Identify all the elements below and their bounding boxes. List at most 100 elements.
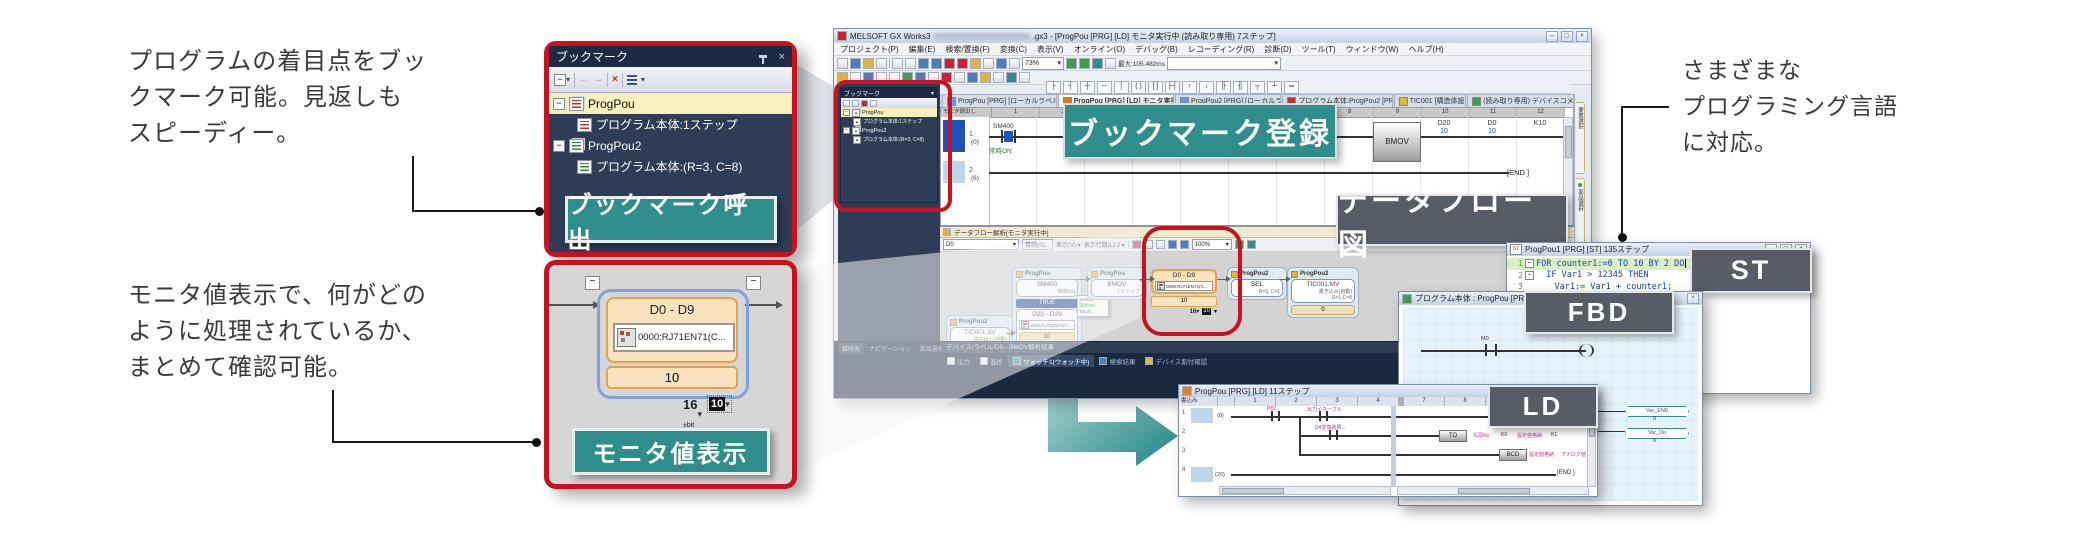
- ladder-symbol-button[interactable]: ↓: [1199, 81, 1214, 94]
- zoom-combo[interactable]: 73%▾: [1022, 57, 1064, 70]
- toolbar-icon[interactable]: [918, 58, 929, 69]
- output-tab[interactable]: デバイス割付確認: [1140, 355, 1212, 367]
- menu-view[interactable]: 表示(V): [1037, 44, 1064, 55]
- dataflow-group[interactable]: ProgPou2 SELR=3, C=1: [1227, 267, 1287, 300]
- delete-icon[interactable]: [861, 100, 868, 107]
- row-count-button[interactable]: 表示行数(L) 2 ▾: [1084, 240, 1125, 249]
- monitor-node[interactable]: D0 - D9 0000:RJ71EN71(C...: [606, 297, 738, 363]
- dataflow-search-combo[interactable]: D0▾: [943, 239, 1019, 250]
- menu-window[interactable]: ウィンドウ(W): [1346, 44, 1399, 55]
- collapse-icon[interactable]: −: [553, 98, 565, 110]
- ladder-symbol-button[interactable]: ├┤: [1165, 81, 1180, 94]
- module-field[interactable]: 0000:RJ71EN71(C...: [613, 323, 735, 352]
- toolbar-icon[interactable]: [983, 58, 994, 69]
- dataflow-group[interactable]: ProgPou2 TIC001.MV書き込み(自動)R=1,C=8 0: [1287, 267, 1359, 318]
- pin-icon[interactable]: [759, 55, 767, 58]
- toolbar-icon[interactable]: [1009, 58, 1020, 69]
- contact-icon[interactable]: [1014, 130, 1016, 143]
- bookmark-panel-titlebar[interactable]: ブックマーク ×: [549, 46, 792, 67]
- pan-hand-icon[interactable]: [1156, 240, 1165, 249]
- ladder-symbol-button[interactable]: ( ): [1131, 81, 1146, 94]
- tree-item-bookmark[interactable]: プログラム本体:1ステップ: [549, 114, 792, 135]
- dock-tab[interactable]: ナビゲーション: [865, 343, 915, 354]
- delete-bookmark-icon[interactable]: ×: [612, 74, 618, 85]
- window-titlebar[interactable]: MELSOFT GX Works3 .gx3 - [ProgPou [PRG] …: [834, 29, 1591, 43]
- menu-search[interactable]: 検索/置換(F): [945, 44, 989, 55]
- mini-panel-titlebar[interactable]: ブックマーク ▾: [841, 88, 937, 98]
- menu-tool[interactable]: ツール(T): [1301, 44, 1335, 55]
- dataflow-zoom-combo[interactable]: 100%▾: [1192, 239, 1232, 250]
- doc-tab[interactable]: TIC001 [構造体設定]: [1394, 94, 1467, 107]
- toolbar-icon[interactable]: [905, 58, 916, 69]
- radix-16-selector[interactable]: 16 ±bit ▾: [683, 396, 702, 432]
- dataflow-group[interactable]: ProgPou BMOV1ステップ: [1087, 267, 1147, 300]
- toolbar-icon[interactable]: [870, 100, 877, 107]
- bmov-instruction[interactable]: BMOV: [1373, 122, 1421, 162]
- close-icon[interactable]: ×: [779, 51, 785, 63]
- fbd-variable[interactable]: Var_EN0: [1625, 406, 1689, 417]
- ladder-cell[interactable]: [943, 161, 965, 183]
- ladder-symbol-button[interactable]: │: [1114, 81, 1129, 94]
- menu-diagnostics[interactable]: 診断(D): [1264, 44, 1291, 55]
- mini-tree-item[interactable]: −ProgPou: [841, 108, 937, 117]
- to-instruction[interactable]: TO: [1439, 430, 1467, 442]
- menu-edit[interactable]: 編集(E): [909, 44, 936, 55]
- sort-dropdown-icon[interactable]: ▾: [641, 75, 645, 84]
- menu-help[interactable]: ヘルプ(H): [1409, 44, 1444, 55]
- ladder-symbol-button[interactable]: ═: [1284, 81, 1299, 94]
- toolbar-icon[interactable]: [1235, 240, 1244, 249]
- search-combo[interactable]: ▾: [1167, 57, 1281, 70]
- toolbar-icon[interactable]: [863, 58, 874, 69]
- mini-tree-item[interactable]: プログラム本体:(R=3, C=8): [841, 135, 937, 144]
- dataflow-node-d0d9[interactable]: D0 - D9 0000:RJ71EN71(C... 10 16▾ 10▾: [1151, 269, 1217, 315]
- toolbar-icon[interactable]: [852, 100, 859, 107]
- toolbar-icon[interactable]: [850, 58, 861, 69]
- bookmark-recall-button[interactable]: ブックマーク呼出: [565, 196, 777, 243]
- back-icon[interactable]: ←: [579, 74, 589, 85]
- radix-16-selector[interactable]: 16▾: [1190, 308, 1200, 315]
- ld-selected-cell[interactable]: [1191, 408, 1213, 423]
- delete-icon[interactable]: [1132, 240, 1141, 249]
- cursor-icon[interactable]: [1144, 240, 1153, 249]
- ladder-symbol-button[interactable]: ╢: [1233, 81, 1248, 94]
- tree-item-bookmark2[interactable]: プログラム本体:(R=3, C=8): [549, 156, 792, 177]
- zoom-in-icon[interactable]: [1168, 240, 1177, 249]
- toolbar-icon[interactable]: [970, 58, 981, 69]
- toolbar-icon[interactable]: [996, 58, 1007, 69]
- fbd-variable[interactable]: Var_Do: [1625, 428, 1689, 439]
- view-button[interactable]: 表示(V) ▾: [1056, 240, 1081, 249]
- collapse-icon[interactable]: −: [553, 140, 565, 152]
- ladder-symbol-button[interactable]: ↑: [1182, 81, 1197, 94]
- toolbar-icon[interactable]: [1066, 58, 1077, 69]
- menu-online[interactable]: オンライン(O): [1074, 44, 1126, 55]
- toolbar-icon[interactable]: [1079, 58, 1090, 69]
- tree-item-progpou2[interactable]: −ProgPou2: [549, 135, 792, 156]
- tree-collapse-icon[interactable]: −▾: [554, 74, 570, 86]
- close-button[interactable]: ×: [1576, 31, 1588, 42]
- output-tab[interactable]: 検索結果: [1094, 355, 1140, 367]
- output-tab[interactable]: 進捗: [975, 355, 1008, 367]
- doc-tab[interactable]: (読み取り専用) デバイスコメント: [1467, 94, 1574, 107]
- monitor-value-button[interactable]: モニタ値表示: [572, 428, 770, 475]
- ld-cell[interactable]: [1191, 467, 1213, 482]
- toolbar-icon[interactable]: [843, 100, 850, 107]
- ladder-symbol-button[interactable]: ─: [1097, 81, 1112, 94]
- radix-10-selector[interactable]: 10 ▾: [708, 396, 731, 412]
- output-tab-active[interactable]: ウォッチ1(ウォッチ中): [1008, 355, 1094, 367]
- ladder-symbol-button[interactable]: ┤: [1063, 81, 1078, 94]
- collapse-icon[interactable]: −: [585, 276, 600, 290]
- close-button[interactable]: ×: [1687, 293, 1699, 304]
- toolbar-icon[interactable]: [944, 58, 955, 69]
- mini-tree-item[interactable]: プログラム本体:1ステップ: [841, 117, 937, 126]
- toolbar-icon[interactable]: [957, 58, 968, 69]
- ladder-symbol-button[interactable]: ├: [1046, 81, 1061, 94]
- output-tab[interactable]: 出力: [942, 355, 975, 367]
- toolbar-icon[interactable]: [1092, 58, 1103, 69]
- menu-debug[interactable]: デバッグ(B): [1135, 44, 1178, 55]
- zoom-out-icon[interactable]: [1180, 240, 1189, 249]
- ladder-symbol-button[interactable]: ┬: [1250, 81, 1265, 94]
- toolbar-icon[interactable]: [1247, 240, 1256, 249]
- side-tab[interactable]: 要素選択: [1576, 102, 1585, 174]
- toolbar-icon[interactable]: [876, 58, 887, 69]
- tree-item-progpou[interactable]: −ProgPou: [549, 93, 792, 114]
